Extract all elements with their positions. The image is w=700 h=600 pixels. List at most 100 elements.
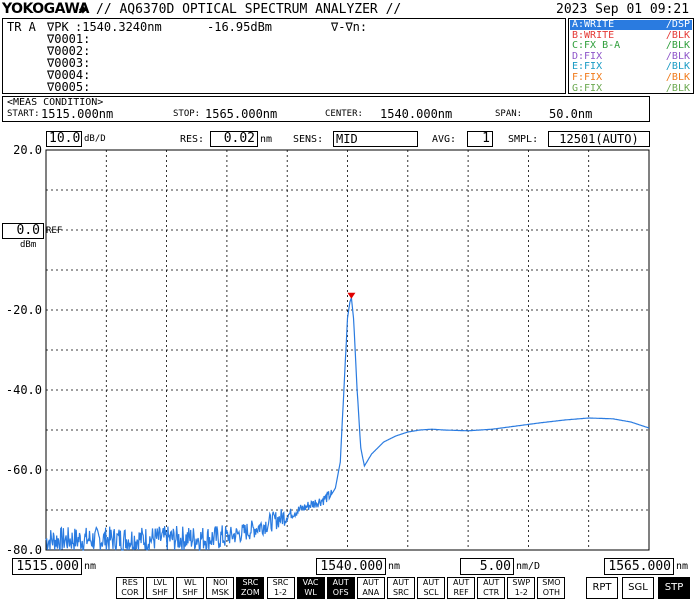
- softkey-line1: SRC: [272, 578, 289, 587]
- softkey-line1: NOI: [212, 578, 228, 587]
- softkey-line1: AUT: [422, 578, 440, 587]
- trace-row[interactable]: D:FIX/BLK: [570, 50, 692, 62]
- softkey-line1: SWP: [512, 578, 531, 587]
- softkey[interactable]: AUT OFS: [326, 577, 355, 599]
- avg-field[interactable]: 1: [467, 131, 493, 147]
- plot-frame: [45, 149, 650, 551]
- softkey-line2: CTR: [483, 588, 500, 597]
- sens-field[interactable]: MID: [333, 131, 418, 147]
- softkey-line2: ZOM: [241, 588, 260, 597]
- avg-label: AVG:: [432, 134, 457, 145]
- marker-5: ∇0005:: [47, 80, 91, 94]
- softkey-line1: WL: [184, 578, 197, 587]
- softkey-line1: RES: [122, 578, 138, 587]
- softkey[interactable]: AUT SRC: [386, 577, 415, 599]
- softkey-line1: SRC: [242, 578, 259, 587]
- softkey[interactable]: LVL SHF: [146, 577, 175, 599]
- smpl-label: SMPL:: [508, 134, 539, 145]
- trace-panel: A:WRITE/DSP B:WRITE/BLK C:FX B-A/BLK D:FIX /…: [568, 18, 694, 94]
- smpl-field[interactable]: 12501(AUTO): [548, 131, 650, 147]
- stop-wl-field[interactable]: 1565.000: [604, 558, 674, 575]
- trace-mode: /BLK: [665, 29, 690, 41]
- peak-level: -16.95dBm: [207, 20, 273, 34]
- stop-label: STOP:: [173, 109, 201, 119]
- y-tick-label: -60.0: [5, 463, 42, 477]
- spectrum-trace: [45, 297, 650, 552]
- softkey-line1: AUT: [483, 578, 500, 587]
- softkey[interactable]: AUT ANA: [356, 577, 385, 599]
- trace-row[interactable]: A:WRITE/DSP: [570, 20, 692, 30]
- softkey-line2: COR: [121, 588, 139, 597]
- trace-mode: /BLK: [665, 61, 690, 73]
- softkey-line2: SHF: [152, 588, 168, 597]
- delta-marker-label: ∇-∇n:: [331, 20, 368, 34]
- trace-row[interactable]: E:FIX/BLK: [570, 62, 692, 72]
- softkey-line2: MSK: [211, 588, 229, 597]
- softkey[interactable]: WL SHF: [176, 577, 205, 599]
- ref-unit: dBm: [20, 240, 37, 250]
- softkey-line2: SCL: [423, 588, 439, 597]
- y-tick-label: -40.0: [5, 383, 42, 397]
- trace-row[interactable]: F:FIX/BLK: [570, 73, 692, 83]
- scale-field[interactable]: 10.0: [46, 131, 82, 147]
- run-button-sgl[interactable]: SGL: [622, 577, 654, 599]
- center-label: CENTER:: [325, 109, 363, 119]
- marker-panel: TR A ∇PK :1540.3240nm -16.95dBm ∇-∇n: ∇0…: [2, 18, 566, 94]
- softkey-line1: AUT: [332, 578, 349, 587]
- start-value: 1515.000nm: [41, 107, 114, 121]
- softkey-line1: AUT: [392, 578, 409, 587]
- trace-row[interactable]: B:WRITE/BLK: [570, 29, 692, 41]
- softkey-line1: LVL: [153, 578, 167, 587]
- res-field[interactable]: 0.02: [210, 131, 258, 147]
- y-tick-label: -80.0: [5, 543, 42, 557]
- softkey[interactable]: SRC ZOM: [236, 577, 265, 599]
- softkey-line2: REF: [453, 588, 469, 597]
- span-label: SPAN:: [495, 109, 523, 119]
- softkey-line2: OFS: [332, 588, 349, 597]
- trace-label: A:WRITE: [572, 19, 615, 30]
- span-value: 50.0nm: [549, 107, 593, 121]
- softkey-line2: 1-2: [514, 588, 528, 597]
- span-div-field[interactable]: 5.00: [460, 558, 514, 575]
- run-button-stp[interactable]: STP: [658, 577, 690, 599]
- softkey[interactable]: SMO OTH: [537, 577, 566, 599]
- trace-row[interactable]: C:FX B-A/BLK: [570, 41, 692, 51]
- center-wl-field[interactable]: 1540.000: [316, 558, 386, 575]
- trace-label: C:FX B-A: [572, 40, 621, 52]
- softkey-line1: SMO: [542, 578, 561, 587]
- trace-mode: /BLK: [665, 50, 690, 62]
- softkey[interactable]: AUT CTR: [477, 577, 506, 599]
- softkey[interactable]: SWP 1-2: [507, 577, 536, 599]
- span-div-unit: nm/D: [516, 561, 541, 572]
- run-button-rpt[interactable]: RPT: [586, 577, 618, 599]
- start-wl-field[interactable]: 1515.000: [12, 558, 82, 575]
- softkey[interactable]: VAC WL: [296, 577, 325, 599]
- softkey[interactable]: NOI MSK: [206, 577, 235, 599]
- trace-mode: /BLK: [665, 40, 690, 52]
- ref-level-field[interactable]: 0.0: [2, 223, 44, 239]
- instrument-title: // AQ6370D OPTICAL SPECTRUM ANALYZER //: [96, 2, 402, 17]
- softkey[interactable]: AUT REF: [447, 577, 476, 599]
- res-label: RES:: [180, 134, 205, 145]
- trace-mode: /DSP: [665, 19, 690, 30]
- brand-logo: YOKOGAWA: [2, 1, 90, 17]
- res-unit: nm: [260, 134, 273, 145]
- trace-mode: /BLK: [665, 72, 690, 83]
- trace-row[interactable]: G:FIX/BLK: [570, 83, 692, 94]
- center-value: 1540.000nm: [380, 107, 453, 121]
- trace-label: F:FIX: [572, 72, 603, 83]
- trace-label: E:FIX: [572, 61, 603, 73]
- softkey[interactable]: RES COR: [116, 577, 144, 599]
- softkey-line2: ANA: [362, 588, 380, 597]
- y-tick-label: -20.0: [5, 303, 42, 317]
- start-label: START:: [7, 109, 40, 119]
- softkey-line2: OTH: [542, 588, 560, 597]
- stop-value: 1565.000nm: [205, 107, 278, 121]
- softkey-line2: SRC: [392, 588, 409, 597]
- trace-indicator: TR A: [7, 20, 36, 34]
- center-wl-unit: nm: [388, 561, 401, 572]
- sens-label: SENS:: [293, 134, 324, 145]
- softkey[interactable]: SRC 1-2: [266, 577, 295, 599]
- ref-label: REF: [46, 226, 63, 236]
- softkey[interactable]: AUT SCL: [417, 577, 445, 599]
